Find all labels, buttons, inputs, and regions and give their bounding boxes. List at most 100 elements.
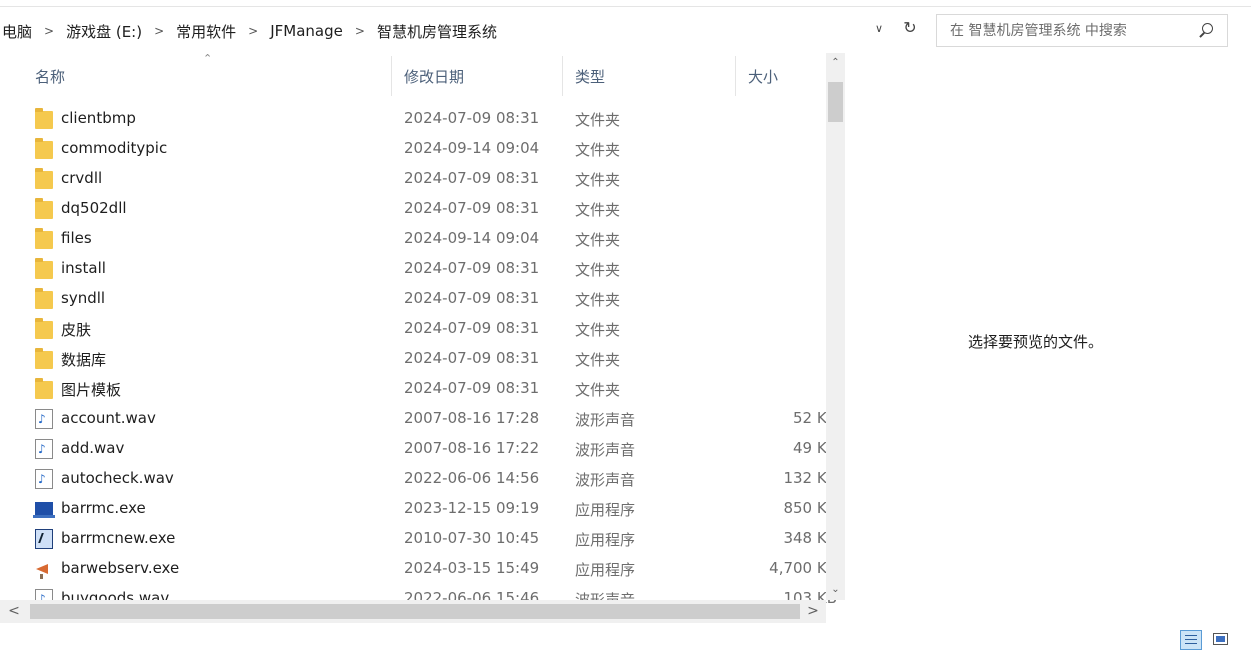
file-list[interactable]: ⌃ 名称 修改日期 类型 大小 clientbmp 2024-07-09 08:3… [0, 52, 848, 626]
file-modified-date: 2024-07-09 08:31 [404, 289, 540, 307]
file-name: barrmc.exe [61, 499, 146, 517]
file-type: 文件夹 [575, 261, 621, 279]
file-row[interactable]: commoditypic 2024-09-14 09:04 文件夹 [0, 134, 828, 164]
scroll-right-icon[interactable]: > [800, 600, 826, 623]
file-name: barrmcnew.exe [61, 529, 176, 547]
chevron-right-icon[interactable]: > [238, 24, 268, 38]
file-row[interactable]: barrmcnew.exe 2010-07-30 10:45 应用程序 348 KB [0, 524, 837, 554]
file-modified-date: 2024-09-14 09:04 [404, 139, 540, 157]
chevron-right-icon[interactable]: > [345, 24, 375, 38]
file-name: 图片模板 [61, 381, 122, 399]
file-size: 348 KB [783, 529, 837, 547]
file-name: 皮肤 [61, 321, 92, 339]
file-modified-date: 2024-07-09 08:31 [404, 319, 540, 337]
file-name: 数据库 [61, 351, 107, 369]
breadcrumb-current-folder[interactable]: 智慧机房管理系统 [375, 21, 499, 42]
file-modified-date: 2024-07-09 08:31 [404, 199, 540, 217]
folder-icon [35, 108, 53, 129]
refresh-icon[interactable]: ↻ [898, 16, 922, 40]
file-name: barwebserv.exe [61, 559, 180, 577]
folder-icon [35, 258, 53, 279]
file-row[interactable]: barrmc.exe 2023-12-15 09:19 应用程序 850 KB [0, 494, 837, 524]
file-type: 波形声音 [575, 411, 636, 429]
details-view-icon[interactable] [1180, 630, 1202, 650]
file-type: 应用程序 [575, 561, 636, 579]
file-type: 波形声音 [575, 471, 636, 489]
file-type: 文件夹 [575, 231, 621, 249]
file-name: autocheck.wav [61, 469, 174, 487]
search-input[interactable] [937, 21, 1195, 40]
file-row[interactable]: 皮肤 2024-07-09 08:31 文件夹 [0, 314, 828, 344]
column-divider[interactable] [391, 56, 392, 96]
folder-icon [35, 198, 53, 219]
column-header-date[interactable]: 修改日期 [404, 66, 464, 88]
exe-window-icon [35, 529, 53, 549]
chevron-right-icon[interactable]: > [144, 24, 174, 38]
search-icon[interactable] [1195, 20, 1217, 42]
wav-icon [35, 439, 53, 459]
file-type: 文件夹 [575, 201, 621, 219]
file-row[interactable]: dq502dll 2024-07-09 08:31 文件夹 [0, 194, 828, 224]
file-type: 文件夹 [575, 381, 621, 399]
file-modified-date: 2007-08-16 17:28 [404, 409, 540, 427]
vertical-scrollbar[interactable]: ⌃ ⌄ [826, 53, 845, 600]
scroll-left-icon[interactable]: < [0, 600, 28, 623]
file-row[interactable]: install 2024-07-09 08:31 文件夹 [0, 254, 828, 284]
file-modified-date: 2010-07-30 10:45 [404, 529, 540, 547]
file-row[interactable]: syndll 2024-07-09 08:31 文件夹 [0, 284, 828, 314]
exe-monitor-icon [33, 502, 55, 518]
file-modified-date: 2024-07-09 08:31 [404, 109, 540, 127]
file-row[interactable]: account.wav 2007-08-16 17:28 波形声音 52 KB [0, 404, 837, 434]
column-header-name[interactable]: 名称 [35, 66, 65, 88]
breadcrumb-jfmanage[interactable]: JFManage [268, 22, 345, 40]
scroll-up-icon[interactable]: ⌃ [826, 53, 845, 73]
file-modified-date: 2024-03-15 15:49 [404, 559, 540, 577]
file-rows: clientbmp 2024-07-09 08:31 文件夹 commoditypic… [0, 104, 837, 614]
address-history-dropdown-icon[interactable]: ∨ [872, 22, 886, 36]
file-name: files [61, 229, 92, 247]
scroll-down-icon[interactable]: ⌄ [826, 581, 845, 599]
folder-icon [35, 168, 53, 189]
column-header-type[interactable]: 类型 [575, 66, 605, 88]
file-type: 文件夹 [575, 321, 621, 339]
file-size: 52 KB [793, 409, 837, 427]
file-type: 文件夹 [575, 141, 621, 159]
file-name: clientbmp [61, 109, 136, 127]
column-divider[interactable] [562, 56, 563, 96]
breadcrumb-this-pc[interactable]: 电脑 [0, 21, 34, 42]
wav-icon [35, 469, 53, 489]
file-size: 4,700 KB [769, 559, 837, 577]
chevron-right-icon[interactable]: > [34, 24, 64, 38]
folder-icon [35, 348, 53, 369]
file-modified-date: 2024-07-09 08:31 [404, 169, 540, 187]
file-row[interactable]: crvdll 2024-07-09 08:31 文件夹 [0, 164, 828, 194]
file-row[interactable]: autocheck.wav 2022-06-06 14:56 波形声音 132 KB [0, 464, 837, 494]
file-modified-date: 2024-07-09 08:31 [404, 259, 540, 277]
file-row[interactable]: clientbmp 2024-07-09 08:31 文件夹 [0, 104, 828, 134]
folder-icon [35, 138, 53, 159]
address-bar[interactable]: 电脑 > 游戏盘 (E:) > 常用软件 > JFManage > 智慧机房管理… [0, 14, 890, 48]
large-icons-view-icon[interactable] [1210, 630, 1232, 650]
search-box[interactable] [936, 14, 1228, 47]
file-row[interactable]: files 2024-09-14 09:04 文件夹 [0, 224, 828, 254]
file-type: 应用程序 [575, 531, 636, 549]
file-row[interactable]: 数据库 2024-07-09 08:31 文件夹 [0, 344, 828, 374]
file-type: 文件夹 [575, 351, 621, 369]
file-name: dq502dll [61, 199, 127, 217]
horizontal-scrollbar[interactable]: < > [0, 600, 826, 623]
file-name: syndll [61, 289, 106, 307]
breadcrumb-common-software[interactable]: 常用软件 [174, 21, 238, 42]
file-row[interactable]: barwebserv.exe 2024-03-15 15:49 应用程序 4,700 … [0, 554, 837, 584]
folder-icon [35, 378, 53, 399]
file-name: account.wav [61, 409, 156, 427]
breadcrumb-drive-e[interactable]: 游戏盘 (E:) [64, 21, 144, 42]
file-row[interactable]: add.wav 2007-08-16 17:22 波形声音 49 KB [0, 434, 837, 464]
file-size: 850 KB [783, 499, 837, 517]
column-divider[interactable] [735, 56, 736, 96]
horizontal-scroll-thumb[interactable] [30, 604, 800, 619]
column-header-size[interactable]: 大小 [748, 66, 778, 88]
file-modified-date: 2024-09-14 09:04 [404, 229, 540, 247]
vertical-scroll-thumb[interactable] [828, 82, 843, 122]
wav-icon [35, 409, 53, 429]
file-row[interactable]: 图片模板 2024-07-09 08:31 文件夹 [0, 374, 828, 404]
